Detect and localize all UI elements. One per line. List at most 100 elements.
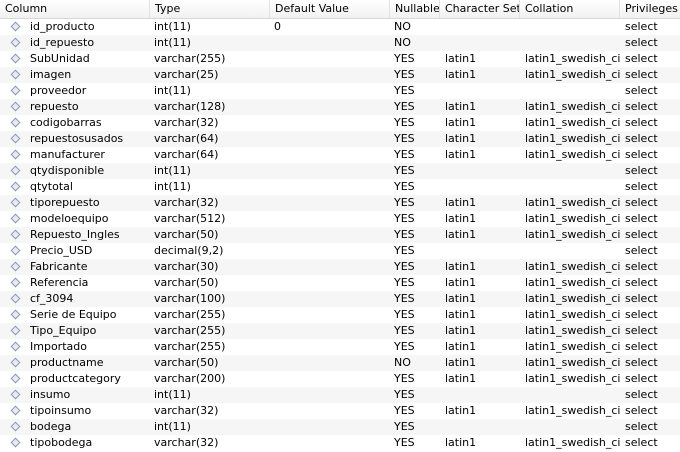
- table-row[interactable]: Importado varchar(255) YES latin1 latin1_swe…: [0, 339, 680, 355]
- header-collation[interactable]: Collation: [520, 0, 620, 18]
- table-row[interactable]: codigobarras varchar(32) YES latin1 latin1_s…: [0, 115, 680, 131]
- collation-cell: latin1_swedish_ci: [525, 340, 620, 353]
- table-row[interactable]: insumo int(11) YES select: [0, 387, 680, 403]
- table-row[interactable]: repuesto varchar(128) YES latin1 latin1_swed…: [0, 99, 680, 115]
- column-name-cell[interactable]: id_producto: [0, 19, 150, 35]
- table-row[interactable]: cf_3094 varchar(100) YES latin1 latin1_swedi…: [0, 291, 680, 307]
- collation-cell: latin1_swedish_ci: [525, 116, 620, 129]
- table-row[interactable]: imagen varchar(25) YES latin1 latin1_swedish…: [0, 67, 680, 83]
- table-row[interactable]: Fabricante varchar(30) YES latin1 latin1_swe…: [0, 259, 680, 275]
- character-set-cell: latin1: [445, 68, 477, 81]
- privileges-cell: select: [625, 20, 658, 33]
- table-row[interactable]: Tipo_Equipo varchar(255) YES latin1 latin1_s…: [0, 323, 680, 339]
- column-diamond-icon: [10, 389, 21, 400]
- default-value-cell: [270, 163, 390, 179]
- collation-cell: latin1_swedish_ci: [525, 308, 620, 321]
- table-row[interactable]: Repuesto_Ingles varchar(50) YES latin1 latin…: [0, 227, 680, 243]
- table-row[interactable]: modeloequipo varchar(512) YES latin1 latin1_…: [0, 211, 680, 227]
- privileges-cell: select: [625, 52, 658, 65]
- character-set-cell: latin1: [445, 340, 477, 353]
- column-diamond-icon: [10, 341, 21, 352]
- table-row[interactable]: tiporepuesto varchar(32) YES latin1 latin1_s…: [0, 195, 680, 211]
- column-name-cell[interactable]: id_repuesto: [0, 35, 150, 51]
- table-row[interactable]: manufacturer varchar(64) YES latin1 latin1_s…: [0, 147, 680, 163]
- table-row[interactable]: qtydisponible int(11) YES select: [0, 163, 680, 179]
- column-name-cell[interactable]: Referencia: [0, 275, 150, 291]
- column-name: qtytotal: [30, 180, 73, 193]
- column-name-cell[interactable]: repuesto: [0, 99, 150, 115]
- nullable-cell: YES: [394, 52, 415, 65]
- collation-cell: latin1_swedish_ci: [525, 148, 620, 161]
- column-name-cell[interactable]: bodega: [0, 419, 150, 435]
- column-name-cell[interactable]: SubUnidad: [0, 51, 150, 67]
- column-name-cell[interactable]: imagen: [0, 67, 150, 83]
- table-row[interactable]: Referencia varchar(50) YES latin1 latin1_swe…: [0, 275, 680, 291]
- default-value-cell: [270, 291, 390, 307]
- column-name-cell[interactable]: tipoinsumo: [0, 403, 150, 419]
- column-type-cell: varchar(200): [154, 372, 226, 385]
- column-name-cell[interactable]: Repuesto_Ingles: [0, 227, 150, 243]
- column-type-cell: varchar(255): [154, 324, 226, 337]
- default-value-cell: [270, 419, 390, 435]
- nullable-cell: YES: [394, 420, 415, 433]
- column-name-cell[interactable]: repuestosusados: [0, 131, 150, 147]
- column-name: productname: [30, 356, 104, 369]
- default-value-cell: [270, 243, 390, 259]
- table-row[interactable]: qtytotal int(11) YES select: [0, 179, 680, 195]
- column-name-cell[interactable]: qtydisponible: [0, 163, 150, 179]
- header-privileges[interactable]: Privileges: [620, 0, 680, 18]
- header-default-value[interactable]: Default Value: [270, 0, 390, 18]
- column-diamond-icon: [10, 357, 21, 368]
- column-type-cell: varchar(25): [154, 68, 219, 81]
- column-name-cell[interactable]: productname: [0, 355, 150, 371]
- table-row[interactable]: repuestosusados varchar(64) YES latin1 latin…: [0, 131, 680, 147]
- column-name-cell[interactable]: codigobarras: [0, 115, 150, 131]
- privileges-cell: select: [625, 164, 658, 177]
- column-name-cell[interactable]: proveedor: [0, 83, 150, 99]
- nullable-cell: YES: [394, 68, 415, 81]
- header-column[interactable]: Column: [0, 0, 150, 18]
- column-name-cell[interactable]: tiporepuesto: [0, 195, 150, 211]
- collation-cell: latin1_swedish_ci: [525, 228, 620, 241]
- table-row[interactable]: productcategory varchar(200) YES latin1 lati…: [0, 371, 680, 387]
- table-row[interactable]: bodega int(11) YES select: [0, 419, 680, 435]
- privileges-cell: select: [625, 404, 658, 417]
- column-name-cell[interactable]: Importado: [0, 339, 150, 355]
- table-row[interactable]: SubUnidad varchar(255) YES latin1 latin1_swe…: [0, 51, 680, 67]
- table-row[interactable]: id_producto int(11) 0 NO select: [0, 19, 680, 35]
- column-name-cell[interactable]: tipobodega: [0, 435, 150, 451]
- table-row[interactable]: id_repuesto int(11) NO select: [0, 35, 680, 51]
- column-type-cell: int(11): [154, 84, 191, 97]
- privileges-cell: select: [625, 420, 658, 433]
- column-name-cell[interactable]: qtytotal: [0, 179, 150, 195]
- column-name: productcategory: [30, 372, 121, 385]
- header-nullable[interactable]: Nullable: [390, 0, 440, 18]
- column-name-cell[interactable]: Serie de Equipo: [0, 307, 150, 323]
- nullable-cell: YES: [394, 276, 415, 289]
- table-row[interactable]: tipoinsumo varchar(32) YES latin1 latin1_swe…: [0, 403, 680, 419]
- header-type[interactable]: Type: [150, 0, 270, 18]
- column-name-cell[interactable]: Tipo_Equipo: [0, 323, 150, 339]
- column-diamond-icon: [10, 117, 21, 128]
- column-name-cell[interactable]: productcategory: [0, 371, 150, 387]
- table-row[interactable]: proveedor int(11) YES select: [0, 83, 680, 99]
- column-name-cell[interactable]: manufacturer: [0, 147, 150, 163]
- column-name-cell[interactable]: modeloequipo: [0, 211, 150, 227]
- table-row[interactable]: tipobodega varchar(32) YES latin1 latin1_swe…: [0, 435, 680, 451]
- default-value-cell: [270, 83, 390, 99]
- column-name-cell[interactable]: insumo: [0, 387, 150, 403]
- header-character-set[interactable]: Character Set: [440, 0, 520, 18]
- character-set-cell: latin1: [445, 404, 477, 417]
- character-set-cell: latin1: [445, 148, 477, 161]
- privileges-cell: select: [625, 84, 658, 97]
- column-diamond-icon: [10, 37, 21, 48]
- character-set-cell: [440, 83, 520, 99]
- column-name-cell[interactable]: cf_3094: [0, 291, 150, 307]
- column-name-cell[interactable]: Precio_USD: [0, 243, 150, 259]
- default-value-cell: [270, 307, 390, 323]
- table-row[interactable]: productname varchar(50) NO latin1 latin1_swe…: [0, 355, 680, 371]
- table-row[interactable]: Serie de Equipo varchar(255) YES latin1 lati…: [0, 307, 680, 323]
- table-row[interactable]: Precio_USD decimal(9,2) YES select: [0, 243, 680, 259]
- column-name-cell[interactable]: Fabricante: [0, 259, 150, 275]
- character-set-cell: latin1: [445, 100, 477, 113]
